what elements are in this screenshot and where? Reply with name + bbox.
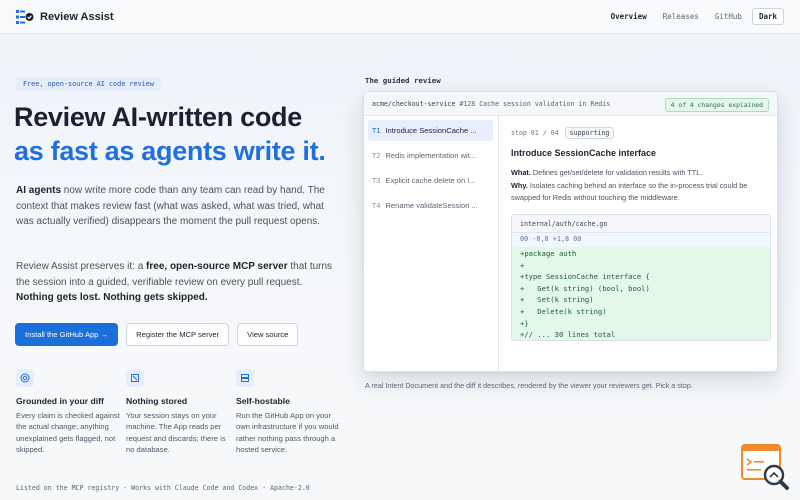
diff-line: +} [512,317,770,330]
repo-name: acme/checkout-service [372,100,456,108]
task-label: Rename validateSession ... [385,201,478,210]
hero-actions: Install the GitHub App → Register the MC… [15,323,306,346]
hero-paragraph-1: AI agents now write more code than any t… [16,183,336,230]
pr-title: acme/checkout-service #128 Cache session… [372,100,610,108]
what-label: What. [511,168,531,177]
nav-overview[interactable]: Overview [611,12,647,21]
diff-line: +type SessionCache interface { [512,271,770,283]
feature-title: Nothing stored [126,396,188,406]
stop-tag: supporting [564,127,615,139]
diff-line: + Delete(k string) [512,305,770,318]
install-github-app-button[interactable]: Install the GitHub App → [15,323,119,346]
hero-title-line1: Review AI-written code [14,102,302,132]
shield-icon [126,369,144,387]
diff-hunk-header: 00 -0,0 +1,8 00 [512,233,770,247]
registry-footnote: Listed on the MCP registry · Works with … [16,484,310,492]
hero-paragraph-2: Review Assist preserves it: a free, open… [16,259,336,306]
brand[interactable]: Review Assist [16,9,114,25]
what-text: Defines get/set/delete for validation re… [530,168,703,177]
task-number: T2 [372,151,381,160]
review-assist-logo-icon [16,9,34,25]
hero-badge: Free, open-source AI code review [16,77,161,91]
top-nav: Overview Releases GitHub Dark [595,8,784,25]
p1-rest: now write more code than any team can re… [16,185,325,228]
why-text: Isolates caching behind an interface so … [511,181,748,202]
task-number: T1 [372,126,381,135]
p2-bold: free, open-source MCP server [146,261,288,272]
view-source-button[interactable]: View source [237,323,299,346]
stop-counter: stop 01 / 04 [511,129,559,137]
feature-nothing-stored: Nothing stored Your session stays on you… [126,369,236,456]
review-caption: A real Intent Document and the diff it d… [365,381,693,390]
feature-grounded: Grounded in your diff Every claim is che… [16,369,126,456]
diff-line: + Set(k string) [512,294,770,306]
task-number: T4 [372,201,381,210]
feature-title: Grounded in your diff [16,396,104,406]
feature-desc: Every claim is checked against the actua… [16,411,120,455]
task-item-t1[interactable]: T1 Introduce SessionCache ... [368,120,493,141]
p2-bold2: Nothing gets lost. Nothing gets skipped. [16,292,208,304]
stop-what: What. Defines get/set/delete for validat… [511,167,773,179]
diff-line: +package auth [512,248,770,260]
task-item-t2[interactable]: T2 Redis implementation wit... [368,145,493,166]
server-icon [236,369,254,387]
target-icon [16,369,34,387]
task-label: Explicit cache delete on l... [385,176,476,185]
diff-file-name: internal/auth/cache.go [512,215,770,233]
diff-line: + Get(k string) (bool, bool) [512,282,770,295]
guided-review-label: The guided review [365,76,441,85]
feature-title: Self-hostable [236,396,290,406]
feature-desc: Your session stays on your machine. The … [126,411,226,455]
brand-name: Review Assist [40,11,114,23]
stop-title: Introduce SessionCache interface [511,148,657,158]
why-label: Why. [511,181,528,190]
register-mcp-server-button[interactable]: Register the MCP server [126,323,230,346]
hero-title-line2: as fast as agents write it. [14,136,326,166]
task-label: Introduce SessionCache ... [385,126,477,135]
diff-view: internal/auth/cache.go 00 -0,0 +1,8 00 +… [511,214,771,341]
hero-title: Review AI-written code as fast as agents… [14,100,326,168]
stop-indicator: stop 01 / 04 supporting [511,127,615,139]
feature-self-hostable: Self-hostable Run the GitHub App on your… [236,369,346,456]
feature-desc: Run the GitHub App on your own infrastru… [236,411,339,455]
task-item-t4[interactable]: T4 Rename validateSession ... [368,195,493,216]
nav-releases[interactable]: Releases [663,12,699,21]
diff-added-lines: +package auth + +type SessionCache inter… [512,247,770,340]
diff-line: +// ... 30 lines total [512,329,770,340]
pr-number-title: #128 Cache session validation in Redis [459,100,611,108]
stop-detail: stop 01 / 04 supporting Introduce Sessio… [501,116,777,371]
task-label: Redis implementation wit... [385,151,477,160]
p2-a: Review Assist preserves it: a [16,261,147,272]
task-list: T1 Introduce SessionCache ... T2 Redis imp… [364,116,499,371]
review-panel-header: acme/checkout-service #128 Cache session… [364,92,777,116]
guided-review-panel: acme/checkout-service #128 Cache session… [363,91,778,372]
code-review-magnifier-icon [741,444,791,494]
stop-why: Why. Isolates caching behind an interfac… [511,180,773,203]
feature-list: Grounded in your diff Every claim is che… [16,369,346,456]
task-number: T3 [372,176,381,185]
p1-bold: AI agents [16,185,62,196]
task-item-t3[interactable]: T3 Explicit cache delete on l... [368,170,493,191]
nav-github[interactable]: GitHub [715,12,742,21]
diff-line: + [512,259,770,272]
dark-mode-button[interactable]: Dark [751,8,784,25]
changes-explained-badge: 4 of 4 changes explained [664,98,769,112]
top-header: Review Assist Overview Releases GitHub D… [0,0,800,34]
